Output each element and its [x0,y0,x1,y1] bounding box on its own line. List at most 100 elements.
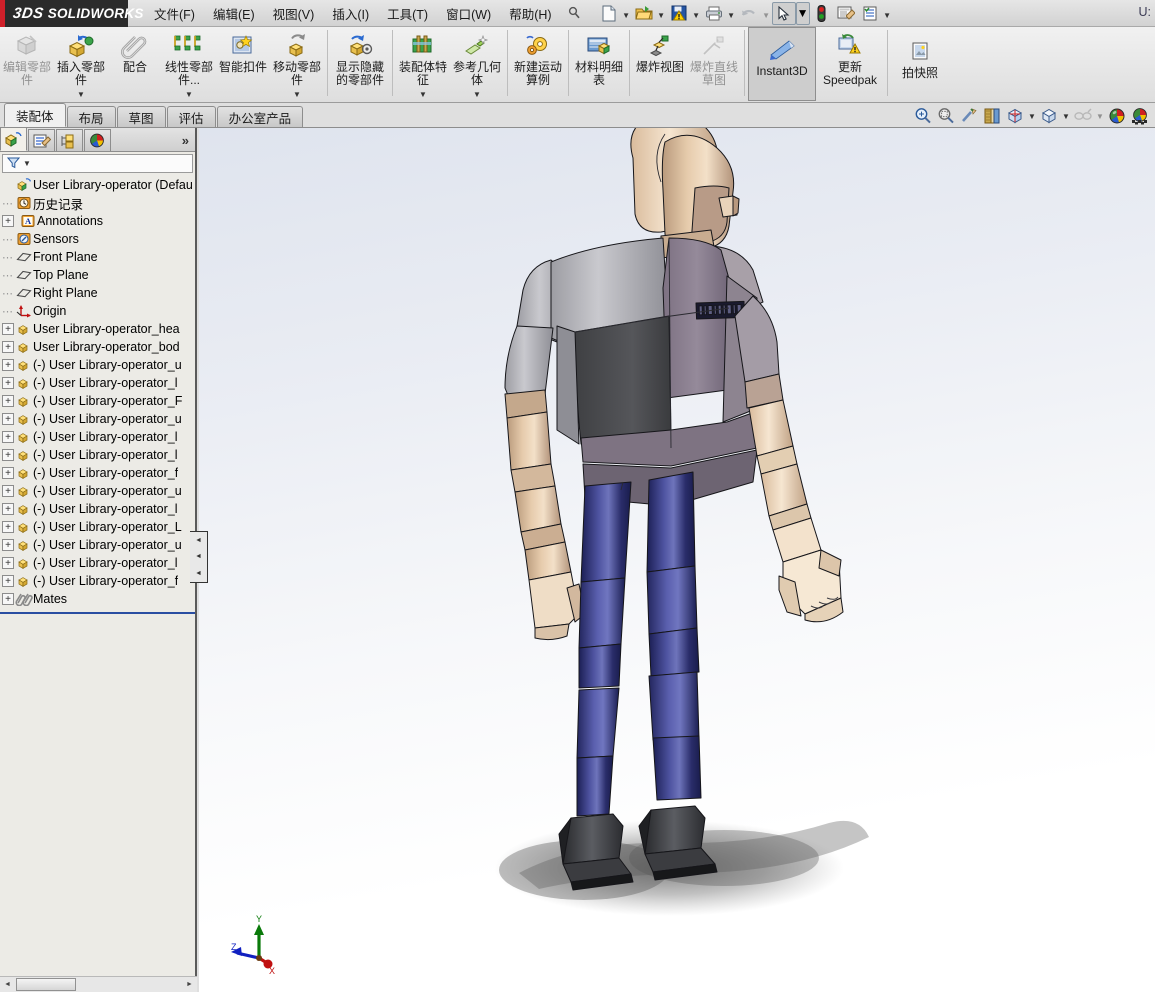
tab-evaluate[interactable]: 评估 [167,106,216,127]
menu-help[interactable]: 帮助(H) [500,0,560,27]
tree-expand-toggle[interactable]: + [2,575,14,587]
ribbon-take-snapshot[interactable]: 拍快照 [891,27,949,101]
view-display-style-dropdown[interactable]: ▼ [1061,105,1071,127]
tree-expand-toggle[interactable]: + [2,467,14,479]
tree-item-component-5[interactable]: +(-) User Library-operator_F [0,392,195,410]
tree-item-component-7[interactable]: +(-) User Library-operator_l [0,428,195,446]
tree-expand-toggle[interactable]: + [2,431,14,443]
ribbon-explode-line-sketch[interactable]: 爆炸直线草图 [687,27,741,101]
print-dropdown[interactable]: ▼ [726,2,737,25]
ribbon-move-component[interactable]: 移动零部件 ▼ [270,27,324,101]
tree-expand-toggle[interactable]: + [2,359,14,371]
view-appearances[interactable] [1106,105,1128,127]
tree-item-component-12[interactable]: +(-) User Library-operator_L [0,518,195,536]
rebuild-traffic-light-icon[interactable] [810,2,834,25]
tree-item-component-head[interactable]: +User Library-operator_hea [0,320,195,338]
menu-view[interactable]: 视图(V) [264,0,324,27]
filter-dropdown-chevron-down-icon[interactable]: ▼ [23,159,31,168]
tree-item-component-6[interactable]: +(-) User Library-operator_u [0,410,195,428]
tree-item-annotations[interactable]: +AAnnotations [0,212,195,230]
view-orientation[interactable] [1004,105,1026,127]
tree-item-component-13[interactable]: +(-) User Library-operator_u [0,536,195,554]
open-folder-icon[interactable] [632,2,656,25]
panel-tab-property-manager[interactable] [28,129,55,151]
tree-root-assembly[interactable]: User Library-operator (Defau [0,176,195,194]
tree-expand-toggle[interactable]: + [2,215,14,227]
ribbon-assembly-features[interactable]: 装配体特征 ▼ [396,27,450,101]
tree-expand-toggle[interactable]: + [2,323,14,335]
tree-item-component-14[interactable]: +(-) User Library-operator_l [0,554,195,572]
tree-expand-toggle[interactable]: + [2,485,14,497]
ribbon-new-motion-study[interactable]: 新建运动算例 [511,27,565,101]
ribbon-update-speedpak[interactable]: 更新 Speedpak [816,27,884,101]
view-zoom-to-fit[interactable] [912,105,934,127]
tab-layout[interactable]: 布局 [67,106,116,127]
undo-icon[interactable] [737,2,761,25]
properties-list-icon[interactable] [858,2,882,25]
new-document-icon[interactable] [597,2,621,25]
tree-expand-toggle[interactable]: + [2,503,14,515]
feature-tree-hscrollbar[interactable]: ◄ ► [0,976,197,992]
flyout-arrow-3[interactable]: ◄ [195,570,202,577]
tree-item-flyout-arrows[interactable]: ◄ ◄ ◄ [190,531,208,583]
view-hide-show-items[interactable] [1072,105,1094,127]
ribbon-bill-of-materials[interactable]: 材料明细表 [572,27,626,101]
tab-sketch[interactable]: 草图 [117,106,166,127]
ribbon-edit-component[interactable]: 编辑零部件 [0,27,54,101]
ribbon-smart-fasteners[interactable]: 智能扣件 [216,27,270,101]
tree-expand-toggle[interactable]: + [2,449,14,461]
view-display-style[interactable] [1038,105,1060,127]
ribbon-assembly-features-dropdown[interactable]: ▼ [397,90,449,99]
tree-expand-toggle[interactable]: + [2,557,14,569]
panel-tab-configuration-manager[interactable] [56,129,83,151]
tree-item-component-3[interactable]: +(-) User Library-operator_u [0,356,195,374]
tree-expand-toggle[interactable]: + [2,521,14,533]
tree-item-front-plane[interactable]: ⋯Front Plane [0,248,195,266]
ribbon-exploded-view[interactable]: 爆炸视图 [633,27,687,101]
tree-item-right-plane[interactable]: ⋯Right Plane [0,284,195,302]
tree-expand-toggle[interactable]: + [2,341,14,353]
ribbon-insert-component-dropdown[interactable]: ▼ [55,90,107,99]
tree-expand-toggle[interactable]: + [2,395,14,407]
tree-item-component-10[interactable]: +(-) User Library-operator_u [0,482,195,500]
ribbon-instant3d[interactable]: Instant3D [748,27,816,101]
menu-window[interactable]: 窗口(W) [437,0,500,27]
menu-file[interactable]: 文件(F) [145,0,204,27]
options-brush-icon[interactable] [834,2,858,25]
undo-dropdown[interactable]: ▼ [761,2,772,25]
ribbon-linear-pattern-dropdown[interactable]: ▼ [163,90,215,99]
flyout-arrow-1[interactable]: ◄ [195,537,202,544]
view-previous-view[interactable] [958,105,980,127]
flyout-arrow-2[interactable]: ◄ [195,553,202,560]
tree-item-component-8[interactable]: +(-) User Library-operator_l [0,446,195,464]
hscroll-left-arrow[interactable]: ◄ [0,977,15,992]
tree-expand-toggle[interactable]: + [2,413,14,425]
tree-item-origin[interactable]: ⋯Origin [0,302,195,320]
ribbon-reference-geometry-dropdown[interactable]: ▼ [451,90,503,99]
hscroll-right-arrow[interactable]: ► [182,977,197,992]
tree-item-component-9[interactable]: +(-) User Library-operator_f [0,464,195,482]
tab-office-products[interactable]: 办公室产品 [217,106,304,127]
tree-expand-toggle[interactable]: + [2,377,14,389]
new-document-dropdown[interactable]: ▼ [621,2,632,25]
tree-item-component-4[interactable]: +(-) User Library-operator_l [0,374,195,392]
ribbon-linear-component-pattern[interactable]: 线性零部件... ▼ [162,27,216,101]
panel-tab-feature-manager[interactable] [0,127,27,151]
ribbon-mate[interactable]: 配合 [108,27,162,101]
view-apply-scene[interactable] [1129,105,1151,127]
view-hide-show-dropdown[interactable]: ▼ [1095,105,1105,127]
chevron-double-right-icon[interactable]: » [182,133,189,148]
print-icon[interactable] [702,2,726,25]
view-orientation-dropdown[interactable]: ▼ [1027,105,1037,127]
select-arrow-icon[interactable] [772,2,796,25]
select-arrow-dropdown[interactable]: ▼ [796,2,810,25]
save-warning-icon[interactable] [667,2,691,25]
panel-tab-display-manager[interactable] [84,129,111,151]
tree-expand-toggle[interactable]: + [2,593,14,605]
tree-item-history[interactable]: ⋯历史记录 [0,194,195,212]
graphics-viewport[interactable]: Y Z X [199,128,1155,992]
menu-insert[interactable]: 插入(I) [323,0,378,27]
tree-item-sensors[interactable]: ⋯Sensors [0,230,195,248]
properties-dropdown[interactable]: ▼ [882,2,893,25]
tree-item-mates[interactable]: +Mates [0,590,195,608]
